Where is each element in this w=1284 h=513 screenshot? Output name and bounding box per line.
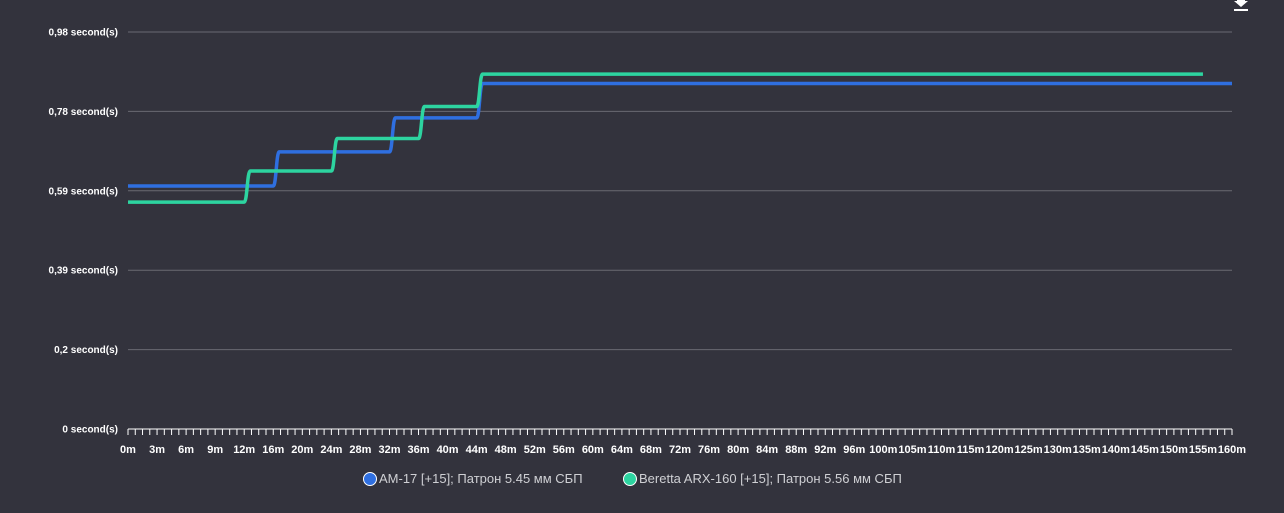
x-tick-label: 125m [1015, 444, 1043, 456]
x-tick-label: 145m [1131, 444, 1159, 456]
x-tick-label: 3m [149, 444, 165, 456]
grid [128, 31, 1232, 351]
x-tick-label: 130m [1044, 444, 1072, 456]
x-tick-label: 96m [843, 444, 865, 456]
x-tick-label: 72m [669, 444, 691, 456]
x-tick-label: 32m [378, 444, 400, 456]
x-tick-label: 20m [291, 444, 313, 456]
x-tick-label: 80m [727, 444, 749, 456]
y-tick-label: 0,59 second(s) [49, 186, 118, 197]
line-chart: 0 second(s) 0,2 second(s) 0,39 second(s) 0,… [49, 28, 1246, 486]
y-tick-label: 0 second(s) [62, 425, 118, 436]
x-tick-label: 135m [1073, 444, 1101, 456]
x-tick-label: 44m [466, 444, 488, 456]
x-tick-label: 140m [1102, 444, 1130, 456]
x-tick-label: 60m [582, 444, 604, 456]
legend-label-1[interactable]: AM-17 [+15]; Патрон 5.45 мм СБП [379, 471, 583, 486]
x-tick-label: 24m [320, 444, 342, 456]
x-tick-label: 16m [262, 444, 284, 456]
series-line-2 [128, 72, 1203, 204]
x-axis: 0m 3m 6m 9m 12m 16m 20m 24m 28m 32m 36m 40m 44m 48m 52… [120, 428, 1246, 456]
x-tick-label: 0m [120, 444, 136, 456]
x-tick-label: 52m [524, 444, 546, 456]
x-tick-label: 115m [957, 444, 985, 456]
x-tick-label: 160m [1218, 444, 1246, 456]
x-tick-label: 36m [408, 444, 430, 456]
x-tick-label: 150m [1160, 444, 1188, 456]
x-tick-label: 76m [698, 444, 720, 456]
x-tick-label: 64m [611, 444, 633, 456]
legend-marker-2[interactable] [623, 472, 637, 486]
y-tick-label: 0,98 second(s) [49, 28, 118, 39]
x-tick-label: 6m [178, 444, 194, 456]
x-tick-label: 92m [814, 444, 836, 456]
x-tick-label: 12m [233, 444, 255, 456]
x-tick-label: 120m [986, 444, 1014, 456]
legend-marker-1[interactable] [363, 472, 377, 486]
x-tick-label: 40m [437, 444, 459, 456]
x-tick-label: 105m [898, 444, 926, 456]
x-tick-label: 56m [553, 444, 575, 456]
y-tick-label: 0,2 second(s) [54, 345, 118, 356]
download-icon[interactable] [1232, 0, 1250, 12]
x-tick-label: 100m [869, 444, 897, 456]
x-tick-label: 110m [928, 444, 956, 456]
series-lines [128, 72, 1232, 204]
x-tick-label: 28m [349, 444, 371, 456]
x-tick-label: 84m [756, 444, 778, 456]
x-tick-label: 9m [207, 444, 223, 456]
x-tick-label: 155m [1189, 444, 1217, 456]
legend: AM-17 [+15]; Патрон 5.45 мм СБП Beretta A… [363, 471, 902, 486]
y-tick-label: 0,78 second(s) [49, 107, 118, 118]
x-tick-label: 48m [495, 444, 517, 456]
legend-label-2[interactable]: Beretta ARX-160 [+15]; Патрон 5.56 мм СБ… [639, 471, 902, 486]
x-tick-label: 68m [640, 444, 662, 456]
x-tick-label: 88m [785, 444, 807, 456]
y-tick-label: 0,39 second(s) [49, 266, 118, 277]
y-axis: 0 second(s) 0,2 second(s) 0,39 second(s) 0,… [49, 28, 118, 436]
